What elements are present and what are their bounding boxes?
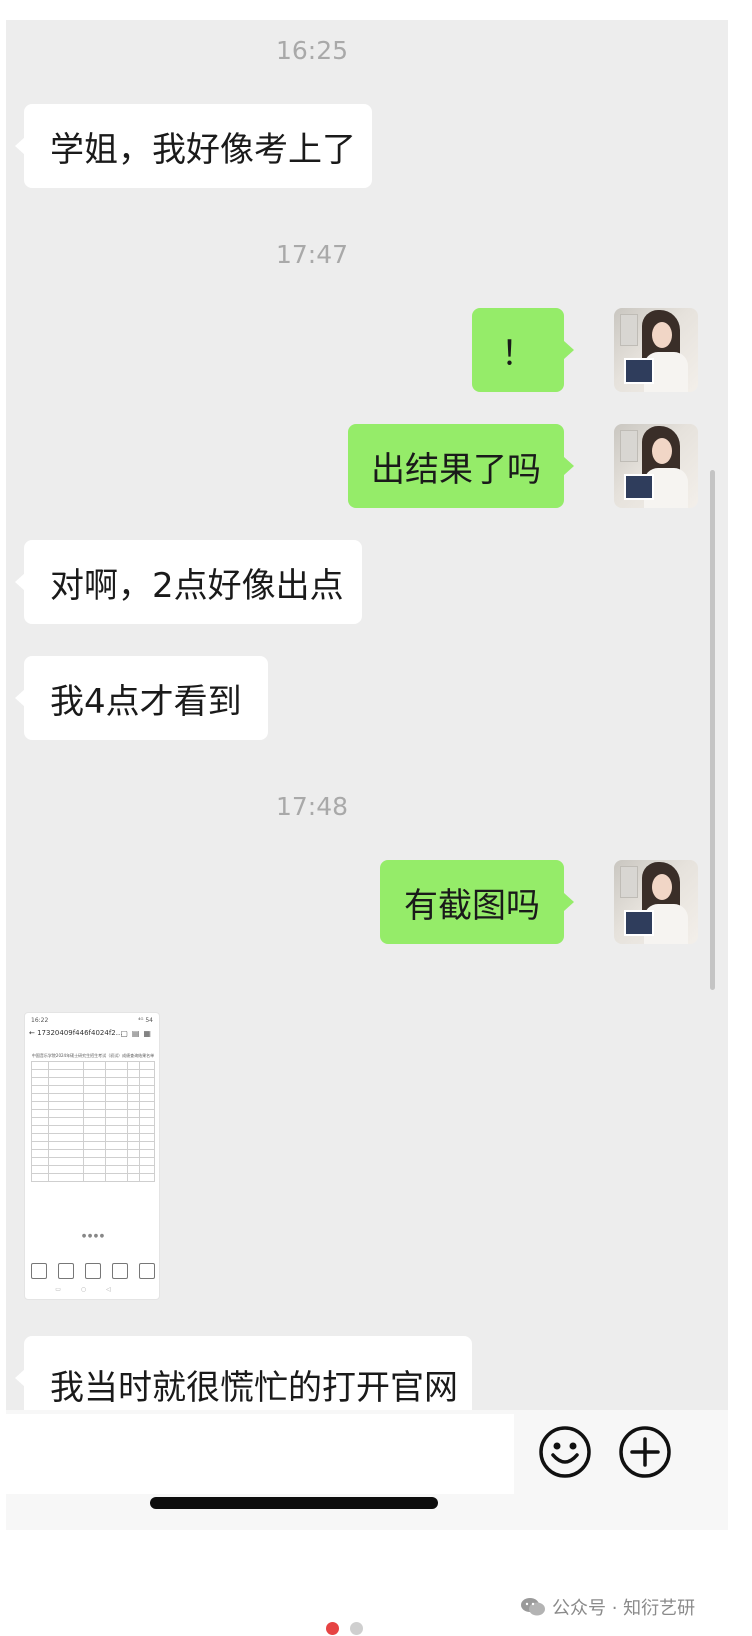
- timestamp: 17:47: [275, 240, 349, 269]
- watermark-text: 公众号 · 知衍艺研: [552, 1598, 696, 1619]
- screenshot-header-text: 17320409f446f4024f2...: [37, 1029, 123, 1037]
- home-indicator[interactable]: [150, 1497, 438, 1509]
- screenshot-doc-title: 中国音乐学院2024年硕士研究生招生考试（初试）成绩查询结果名单: [31, 1053, 155, 1058]
- screenshot-system-nav: ▭○◁: [55, 1286, 131, 1293]
- timestamp: 16:25: [275, 36, 349, 65]
- screenshot-toolbar-icons: ▢▤▦: [120, 1029, 155, 1038]
- screenshot-status-signal: ⁴ᴳ 54: [138, 1017, 153, 1024]
- message-bubble-outgoing[interactable]: ！: [472, 308, 574, 392]
- watermark: 公众号 · 知衍艺研: [520, 1594, 695, 1620]
- wechat-logo-icon: [521, 1598, 545, 1616]
- user-avatar[interactable]: [614, 424, 698, 508]
- screenshot-pager: ● ● ● ●: [81, 1233, 105, 1239]
- chat-scrollbar[interactable]: [710, 470, 715, 990]
- message-bubble-outgoing[interactable]: 有截图吗: [380, 860, 574, 944]
- chat-area: 16:25 学姐，我好像考上了 17:47 ！ 出结果了吗 对啊，2点好像出点 …: [6, 20, 728, 1410]
- screenshot-results-table: [30, 1061, 155, 1182]
- plus-icon[interactable]: [618, 1425, 672, 1479]
- message-bubble-incoming[interactable]: 学姐，我好像考上了: [15, 104, 372, 188]
- screenshot-bottom-nav: [31, 1263, 155, 1279]
- message-input[interactable]: [6, 1414, 514, 1494]
- page-indicator-dot: [350, 1622, 363, 1635]
- message-bubble-incoming[interactable]: 我当时就很慌忙的打开官网: [15, 1336, 472, 1410]
- message-bubble-incoming[interactable]: 对啊，2点好像出点: [15, 540, 362, 624]
- screenshot-status-time: 16:22: [31, 1017, 49, 1024]
- message-bubble-incoming[interactable]: 我4点才看到: [15, 656, 268, 740]
- timestamp: 17:48: [275, 792, 349, 821]
- user-avatar[interactable]: [614, 860, 698, 944]
- input-bar: [6, 1410, 728, 1530]
- message-bubble-outgoing[interactable]: 出结果了吗: [348, 424, 574, 508]
- page-indicator-dot-active: [326, 1622, 339, 1635]
- image-message-screenshot[interactable]: 16:22 ⁴ᴳ 54 ← 17320409f446f4024f2... ▢▤▦…: [24, 1012, 160, 1300]
- user-avatar[interactable]: [614, 308, 698, 392]
- emoji-icon[interactable]: [538, 1425, 592, 1479]
